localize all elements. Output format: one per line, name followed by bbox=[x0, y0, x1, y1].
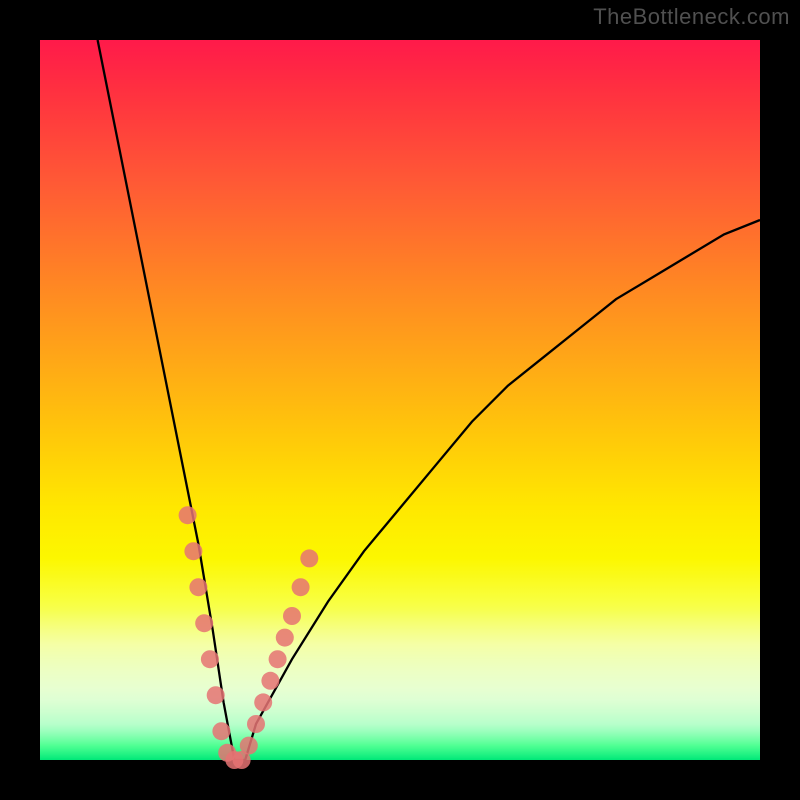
watermark-text: TheBottleneck.com bbox=[593, 4, 790, 30]
highlight-dot bbox=[195, 614, 213, 632]
curve-svg bbox=[40, 40, 760, 760]
highlight-dot bbox=[292, 578, 310, 596]
highlight-dot bbox=[240, 737, 258, 755]
highlight-dot bbox=[261, 672, 279, 690]
highlight-dot bbox=[207, 686, 225, 704]
bottleneck-curve-path bbox=[98, 40, 760, 760]
highlight-dot bbox=[201, 650, 219, 668]
highlight-dot bbox=[189, 578, 207, 596]
highlight-dot bbox=[254, 693, 272, 711]
chart-frame: TheBottleneck.com bbox=[0, 0, 800, 800]
highlight-dot bbox=[212, 722, 230, 740]
highlight-dot bbox=[300, 549, 318, 567]
highlight-dot bbox=[247, 715, 265, 733]
highlight-dots-group bbox=[179, 506, 319, 769]
highlight-dot bbox=[283, 607, 301, 625]
highlight-dot bbox=[269, 650, 287, 668]
highlight-dot bbox=[179, 506, 197, 524]
highlight-dot bbox=[276, 629, 294, 647]
plot-area bbox=[40, 40, 760, 760]
highlight-dot bbox=[184, 542, 202, 560]
